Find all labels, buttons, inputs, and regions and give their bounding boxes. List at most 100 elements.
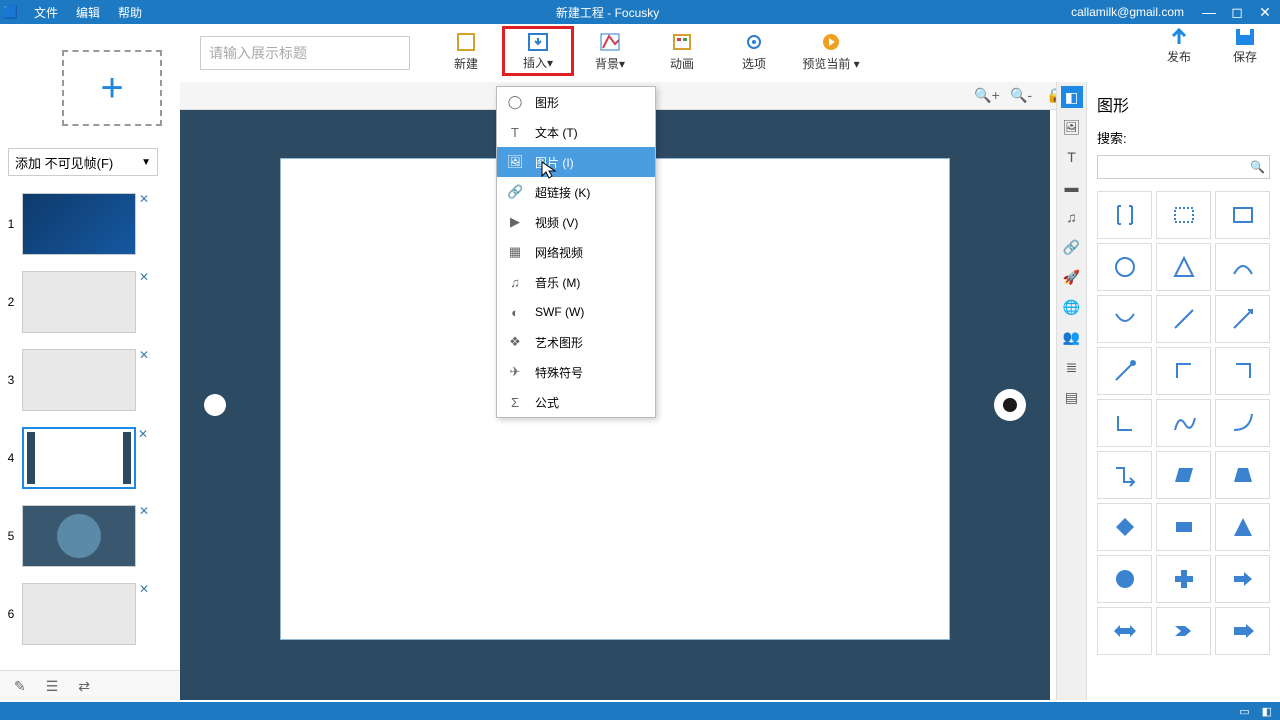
user-email[interactable]: callamilk@gmail.com <box>1071 5 1184 19</box>
insert-swf[interactable]: ◐SWF (W) <box>497 297 655 327</box>
zoom-in-icon[interactable]: 🔍+ <box>974 86 1000 106</box>
shape-bezier[interactable] <box>1156 399 1211 447</box>
insert-formula[interactable]: Σ公式 <box>497 387 655 417</box>
shape-arc[interactable] <box>1215 243 1270 291</box>
globe-tab-icon[interactable]: 🌐 <box>1061 296 1083 318</box>
thumbnail-1[interactable]: ✕ <box>22 193 136 255</box>
insert-music[interactable]: ♫音乐 (M) <box>497 267 655 297</box>
thumbnail-6[interactable]: ✕ <box>22 583 136 645</box>
frame-type-select[interactable]: 添加 不可见帧(F) ▼ <box>8 148 158 176</box>
shape-filled-rect[interactable] <box>1156 503 1211 551</box>
frame-select-label: 添加 不可见帧(F) <box>15 153 113 172</box>
animation-button[interactable]: 动画 <box>646 26 718 76</box>
close-thumb-icon[interactable]: ✕ <box>138 427 148 441</box>
shape-arrow-lr[interactable] <box>1097 607 1152 655</box>
shape-arrow-block[interactable] <box>1215 607 1270 655</box>
minimize-button[interactable]: — <box>1198 4 1220 21</box>
upload-icon <box>1167 26 1191 48</box>
shape-trapezoid[interactable] <box>1215 451 1270 499</box>
preview-button[interactable]: 预览当前 ▾ <box>790 26 872 76</box>
zoom-out-icon[interactable]: 🔍- <box>1008 86 1034 106</box>
insert-shape[interactable]: ◯图形 <box>497 87 655 117</box>
insert-image[interactable]: 🖼图片 (I) <box>497 147 655 177</box>
shape-circle[interactable] <box>1097 243 1152 291</box>
shape-filled-triangle[interactable] <box>1215 503 1270 551</box>
insert-button[interactable]: 插入▾ <box>502 26 574 76</box>
shape-filled-circle[interactable] <box>1097 555 1152 603</box>
art-icon: ❖ <box>507 334 523 350</box>
equalizer-tab-icon[interactable]: ≣ <box>1061 356 1083 378</box>
chart-tab-icon[interactable]: ▬ <box>1061 176 1083 198</box>
status-icon-2[interactable]: ◧ <box>1262 705 1272 718</box>
people-tab-icon[interactable]: 👥 <box>1061 326 1083 348</box>
shape-line-dot[interactable] <box>1097 347 1152 395</box>
thumbnail-5[interactable]: ✕ <box>22 505 136 567</box>
shape-rect[interactable] <box>1215 191 1270 239</box>
symbol-icon: ✈ <box>507 364 523 380</box>
shape-line-arrow[interactable] <box>1215 295 1270 343</box>
save-icon <box>1233 26 1257 48</box>
thumb-number: 4 <box>0 451 22 465</box>
shape-plus[interactable] <box>1156 555 1211 603</box>
insert-video[interactable]: ▶视频 (V) <box>497 207 655 237</box>
thumbnail-2[interactable]: ✕ <box>22 271 136 333</box>
layout-tab-icon[interactable]: ▤ <box>1061 386 1083 408</box>
insert-text[interactable]: T文本 (T) <box>497 117 655 147</box>
shapes-tab-icon[interactable]: ◧ <box>1061 86 1083 108</box>
close-thumb-icon[interactable]: ✕ <box>139 504 149 518</box>
shape-arrow-right[interactable] <box>1215 555 1270 603</box>
publish-button[interactable]: 发布 <box>1152 26 1206 65</box>
menu-help[interactable]: 帮助 <box>110 2 150 23</box>
presentation-title-input[interactable]: 请输入展示标题 <box>200 36 410 70</box>
image-icon: 🖼 <box>507 154 523 170</box>
insert-art[interactable]: ❖艺术图形 <box>497 327 655 357</box>
thumbnail-3[interactable]: ✕ <box>22 349 136 411</box>
close-thumb-icon[interactable]: ✕ <box>139 270 149 284</box>
prev-dot[interactable] <box>204 394 226 416</box>
close-thumb-icon[interactable]: ✕ <box>139 192 149 206</box>
shape-search-input[interactable]: 🔍 <box>1097 155 1270 179</box>
maximize-button[interactable]: ◻ <box>1226 4 1248 21</box>
shape-diamond[interactable] <box>1097 503 1152 551</box>
shape-corner-tl[interactable] <box>1156 347 1211 395</box>
options-button[interactable]: 选项 <box>718 26 790 76</box>
close-thumb-icon[interactable]: ✕ <box>139 348 149 362</box>
list-icon[interactable]: ☰ <box>46 678 59 695</box>
insert-symbol[interactable]: ✈特殊符号 <box>497 357 655 387</box>
shape-bracket[interactable] <box>1097 191 1152 239</box>
shape-icon: ◯ <box>507 94 523 110</box>
web-video-icon: ▦ <box>507 244 523 260</box>
thumbnail-4[interactable]: ✕ <box>22 427 136 489</box>
close-button[interactable]: ✕ <box>1254 4 1276 21</box>
shape-curve-r[interactable] <box>1215 399 1270 447</box>
insert-web-video[interactable]: ▦网络视频 <box>497 237 655 267</box>
shape-arrow-chev[interactable] <box>1156 607 1211 655</box>
save-button[interactable]: 保存 <box>1218 26 1272 65</box>
thumb-number: 5 <box>0 529 22 543</box>
swap-icon[interactable]: ⇄ <box>78 678 90 695</box>
edit-icon[interactable]: ✎ <box>14 678 26 695</box>
text-tab-icon[interactable]: T <box>1061 146 1083 168</box>
new-button[interactable]: 新建 <box>430 26 502 76</box>
next-dot[interactable] <box>994 389 1026 421</box>
link-tab-icon[interactable]: 🔗 <box>1061 236 1083 258</box>
close-thumb-icon[interactable]: ✕ <box>139 582 149 596</box>
rocket-tab-icon[interactable]: 🚀 <box>1061 266 1083 288</box>
shape-corner-bl[interactable] <box>1097 399 1152 447</box>
background-button[interactable]: 背景▾ <box>574 26 646 76</box>
menu-edit[interactable]: 编辑 <box>68 2 108 23</box>
shape-dashed-rect[interactable] <box>1156 191 1211 239</box>
shape-line-diag[interactable] <box>1156 295 1211 343</box>
shape-curve-down[interactable] <box>1097 295 1152 343</box>
music-tab-icon[interactable]: ♫ <box>1061 206 1083 228</box>
menu-file[interactable]: 文件 <box>26 2 66 23</box>
insert-hyperlink[interactable]: 🔗超链接 (K) <box>497 177 655 207</box>
shape-triangle[interactable] <box>1156 243 1211 291</box>
text-icon: T <box>507 125 523 140</box>
status-icon-1[interactable]: ▭ <box>1239 705 1249 718</box>
shape-parallelogram[interactable] <box>1156 451 1211 499</box>
shape-zigzag[interactable] <box>1097 451 1152 499</box>
shape-corner-tr[interactable] <box>1215 347 1270 395</box>
add-frame-box[interactable]: + <box>62 50 162 126</box>
image-tab-icon[interactable]: 🖼 <box>1061 116 1083 138</box>
